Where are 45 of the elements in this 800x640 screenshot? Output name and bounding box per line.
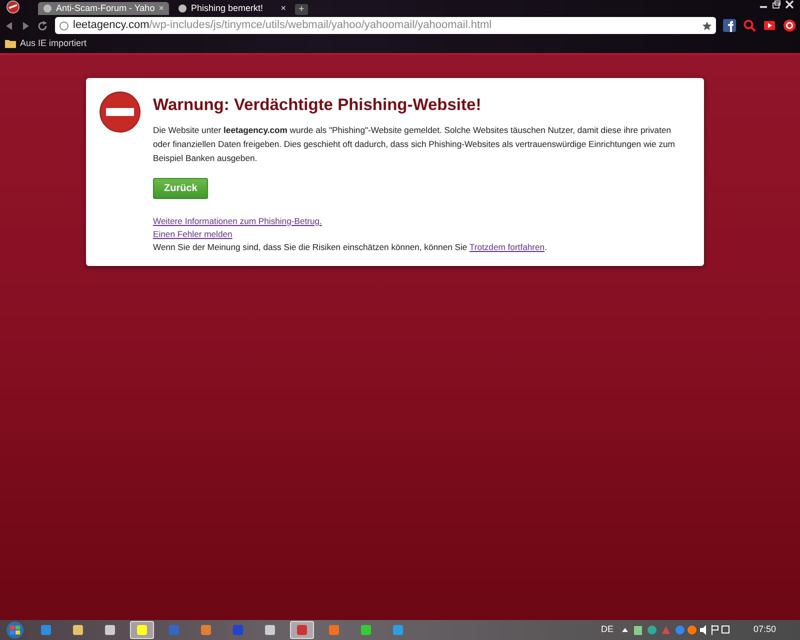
tab-close-button[interactable]: × — [280, 2, 286, 16]
app-icon — [392, 624, 404, 636]
play-icon[interactable] — [763, 19, 776, 32]
browser-tab[interactable]: Anti-Scam-Forum - Yaho × — [38, 2, 169, 15]
browser-logo-icon — [6, 0, 20, 14]
tab-close-button[interactable]: × — [158, 2, 164, 16]
warning-message: Die Website unter leetagency.com wurde als "Phishing"-Website gemeldet. Solche Websites täuschen Nutzer, damit diese ihre privaten oder finanziellen Daten freigeben. Dies geschieht oft dadurch, dass sich Phishing-Websites als vertrauenswürdige Einrichtungen wie zum Beispiel Banken ausgeben. — [153, 124, 676, 165]
start-button[interactable] — [4, 621, 26, 639]
app-icon — [40, 624, 52, 636]
url-text: leetagency.com/wp-includes/js/tinymce/utils/webmail/yahoo/yahoomail/yahoomail.html — [73, 18, 492, 34]
tray-icons-drawing[interactable] — [620, 624, 730, 636]
record-icon[interactable] — [783, 19, 796, 32]
address-bar[interactable]: leetagency.com/wp-includes/js/tinymce/utils/webmail/yahoo/yahoomail/yahoomail.html — [55, 17, 716, 34]
app-icon — [296, 624, 308, 636]
forward-icon[interactable] — [21, 20, 31, 30]
bookmark-folder[interactable]: Aus IE importiert — [5, 36, 87, 50]
facebook-icon[interactable] — [723, 19, 736, 32]
restore-icon[interactable] — [772, 0, 781, 9]
app-icon — [328, 624, 340, 636]
language-indicator[interactable]: DE — [600, 623, 614, 637]
proceed-note: Wenn Sie der Meinung sind, dass Sie die Risiken einschätzen können, können Sie Trotzdem fortfahren. — [153, 240, 548, 254]
search-icon[interactable] — [743, 19, 756, 32]
app-icon — [168, 624, 180, 636]
app-icon — [200, 624, 212, 636]
reload-icon[interactable] — [38, 20, 48, 30]
browser-tab[interactable]: Phishing bemerkt! × — [172, 2, 291, 15]
app-icon — [136, 624, 148, 636]
back-icon[interactable] — [4, 20, 14, 30]
app-icon — [232, 624, 244, 636]
app-icon — [72, 624, 84, 636]
app-icon — [104, 624, 116, 636]
folder-icon — [5, 39, 16, 48]
stop-sign-icon — [99, 91, 141, 133]
app-icon — [264, 624, 276, 636]
proceed-link[interactable]: Trotzdem fortfahren — [469, 242, 545, 252]
new-tab-button[interactable]: + — [294, 4, 308, 15]
info-link[interactable]: Weitere Informationen zum Phishing-Betrug. — [153, 216, 322, 226]
taskbar-app-button[interactable] — [130, 621, 154, 639]
taskbar-app-button[interactable] — [290, 621, 314, 639]
star-icon[interactable] — [702, 20, 712, 30]
info-link[interactable]: Einen Fehler melden — [153, 228, 232, 239]
warning-heading: Warnung: Verdächtigte Phishing-Website! — [153, 95, 482, 116]
app-icon — [360, 624, 372, 636]
clock: 07:50 — [753, 623, 776, 636]
close-icon[interactable] — [785, 0, 794, 9]
